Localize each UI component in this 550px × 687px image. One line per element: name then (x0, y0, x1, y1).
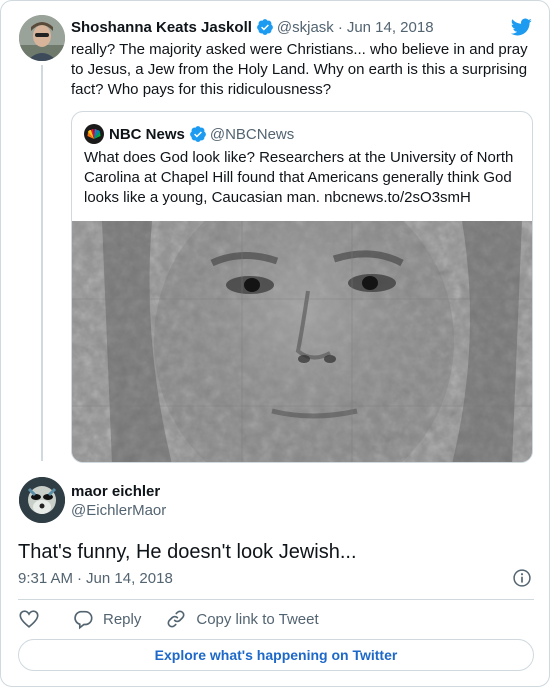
author-handle[interactable]: @skjask (277, 19, 334, 36)
explore-twitter-button[interactable]: Explore what's happening on Twitter (18, 639, 534, 671)
separator-dot: · (77, 569, 83, 587)
parent-tweet-header: Shoshanna Keats Jaskoll @skjask · Jun 14… (71, 16, 434, 38)
avatar[interactable] (19, 477, 65, 523)
reply-author-name[interactable]: maor eichler (71, 482, 160, 502)
reply-bubble-icon (74, 610, 93, 630)
reply-date: Jun 14, 2018 (86, 569, 173, 587)
quoted-tweet[interactable]: NBC News @NBCNews What does God look lik… (71, 111, 533, 463)
heart-icon (19, 610, 39, 628)
quoted-author-handle: @NBCNews (209, 125, 295, 143)
reply-label: Reply (103, 610, 142, 628)
tweet-date[interactable]: Jun 14, 2018 (347, 19, 434, 36)
quoted-author-name: NBC News (109, 125, 185, 143)
copy-link-label: Copy link to Tweet (196, 610, 319, 628)
action-bar: Reply Copy link to Tweet (18, 607, 319, 631)
quoted-tweet-header: NBC News @NBCNews (84, 124, 294, 144)
avatar[interactable] (19, 15, 65, 61)
quoted-tweet-text: What does God look like? Researchers at … (84, 149, 514, 206)
quoted-tweet-image[interactable] (72, 221, 532, 462)
reply-timestamp[interactable]: 9:31 AM · Jun 14, 2018 (18, 568, 173, 588)
copy-link-button[interactable]: Copy link to Tweet (165, 608, 319, 630)
reply-text: That's funny, He doesn't look Jewish... (18, 541, 357, 563)
separator-dot: · (337, 18, 343, 36)
parent-tweet-text: really? The majority asked were Christia… (71, 41, 528, 98)
verified-badge-icon (189, 126, 206, 142)
info-icon[interactable] (512, 568, 532, 588)
divider (18, 599, 534, 600)
like-button[interactable] (18, 608, 40, 630)
reply-author-handle[interactable]: @EichlerMaor (71, 501, 166, 521)
reply-time: 9:31 AM (18, 569, 74, 587)
nbc-peacock-icon (84, 124, 104, 144)
verified-badge-icon (257, 19, 273, 35)
author-name[interactable]: Shoshanna Keats Jaskoll (71, 19, 252, 36)
reply-button[interactable]: Reply (72, 608, 141, 630)
thread-line (41, 65, 43, 461)
link-icon (167, 610, 185, 628)
twitter-bird-icon[interactable] (509, 16, 533, 38)
tweet-embed-card: Shoshanna Keats Jaskoll @skjask · Jun 14… (0, 0, 550, 687)
